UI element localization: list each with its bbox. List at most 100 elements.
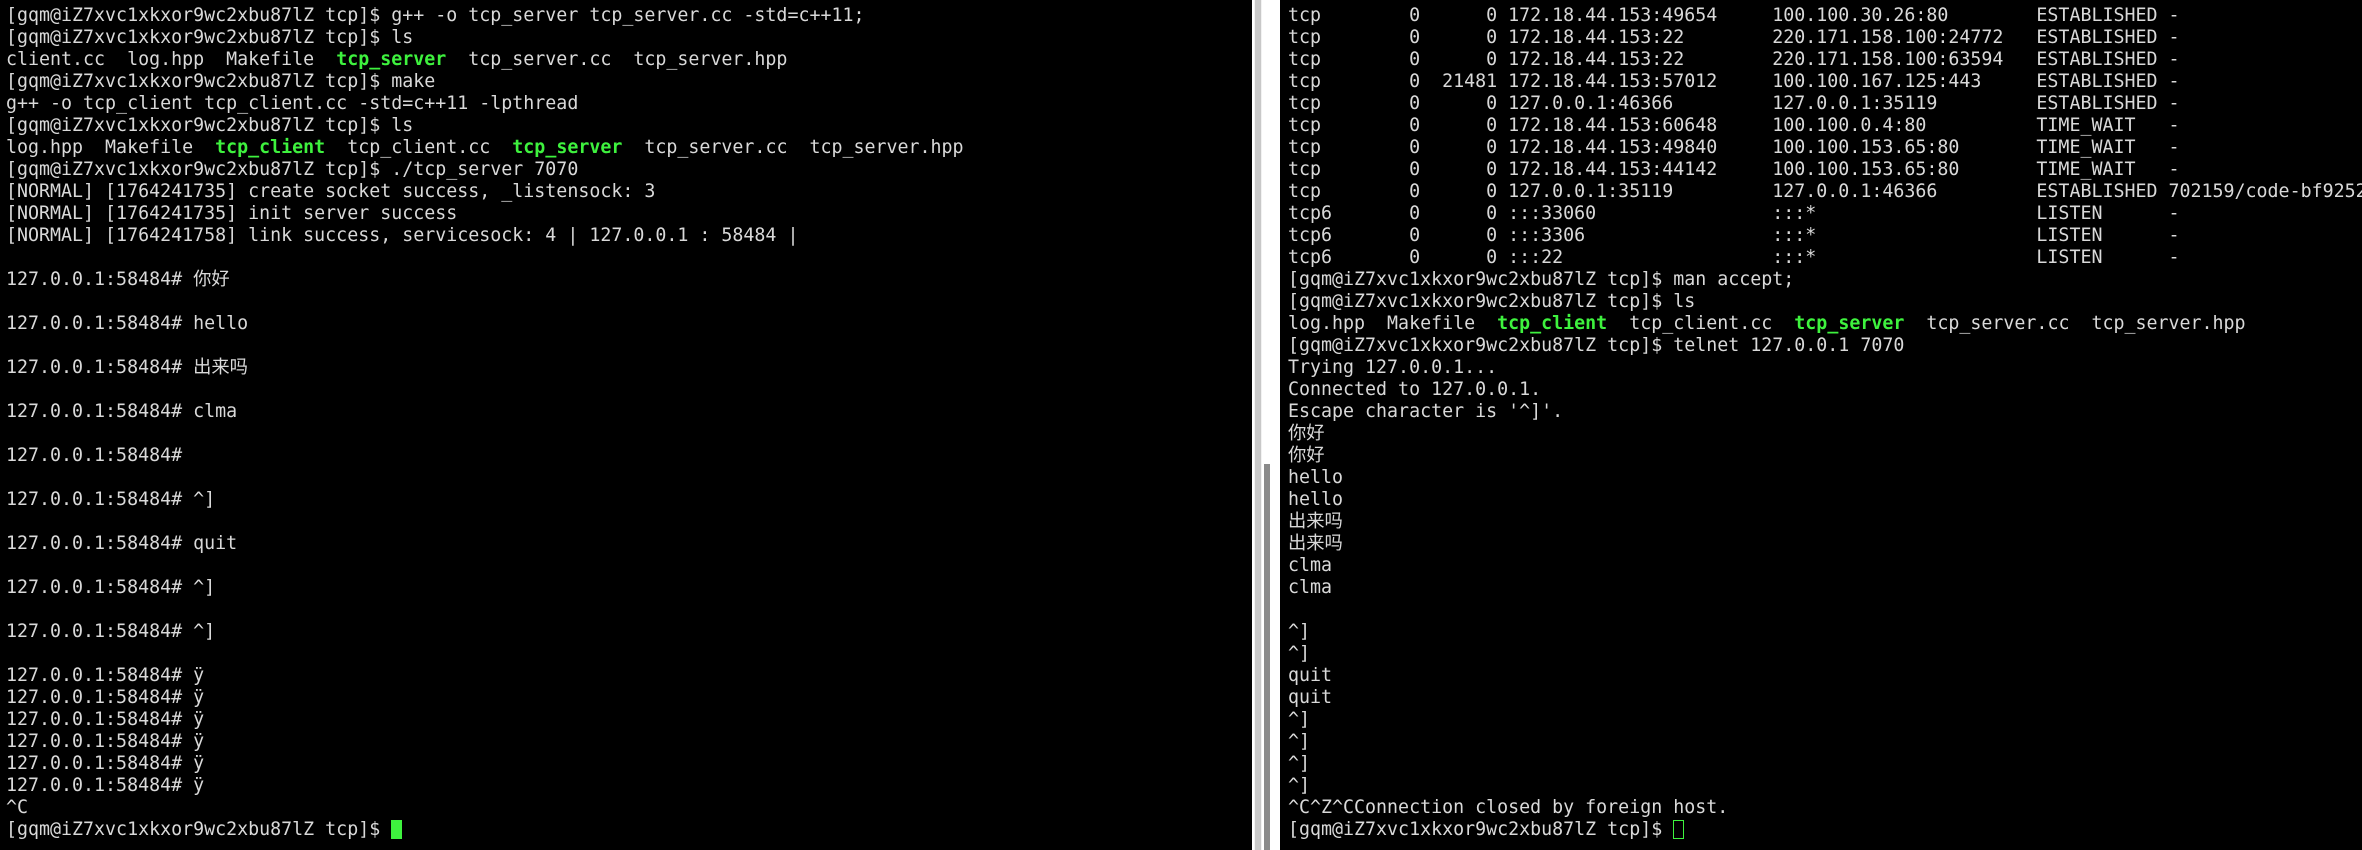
terminal-line: 127.0.0.1:58484# quit: [6, 533, 964, 555]
right-scrollbar-thumb[interactable]: [1264, 464, 1270, 850]
terminal-line: ^]: [1288, 731, 2362, 753]
terminal-line: ^]: [1288, 643, 2362, 665]
terminal-text: 127.0.0.1:58484# ÿ: [6, 731, 205, 752]
terminal-line: tcp 0 0 127.0.0.1:35119 127.0.0.1:46366 …: [1288, 181, 2362, 203]
terminal-line: clma: [1288, 577, 2362, 599]
terminal-text: ^]: [1288, 775, 1311, 796]
terminal-text: [gqm@iZ7xvc1xkxor9wc2xbu87lZ tcp]$ make: [6, 71, 436, 92]
terminal-text: 127.0.0.1:58484# 出来吗: [6, 357, 248, 378]
left-terminal-output: [gqm@iZ7xvc1xkxor9wc2xbu87lZ tcp]$ g++ -…: [6, 5, 964, 841]
terminal-line: 127.0.0.1:58484# clma: [6, 401, 964, 423]
terminal-cursor: [391, 820, 403, 839]
terminal-text: g++ -o tcp_client tcp_client.cc -std=c++…: [6, 93, 579, 114]
terminal-text: tcp 0 0 172.18.44.153:60648 100.100.0.4:…: [1288, 115, 2180, 136]
terminal-line: ^]: [1288, 753, 2362, 775]
terminal-line: hello: [1288, 467, 2362, 489]
terminal-line: tcp 0 21481 172.18.44.153:57012 100.100.…: [1288, 71, 2362, 93]
terminal-line: tcp6 0 0 :::33060 :::* LISTEN -: [1288, 203, 2362, 225]
terminal-text: quit: [1288, 665, 1333, 686]
terminal-text: [NORMAL] [1764241735] create socket succ…: [6, 181, 656, 202]
left-terminal-pane[interactable]: [gqm@iZ7xvc1xkxor9wc2xbu87lZ tcp]$ g++ -…: [0, 0, 1252, 850]
executable-filename: tcp_server: [512, 137, 623, 158]
terminal-text: 127.0.0.1:58484# ^]: [6, 577, 216, 598]
terminal-line: Escape character is '^]'.: [1288, 401, 2362, 423]
terminal-text: clma: [1288, 577, 1333, 598]
terminal-line: g++ -o tcp_client tcp_client.cc -std=c++…: [6, 93, 964, 115]
terminal-text: tcp 0 0 172.18.44.153:22 220.171.158.100…: [1288, 27, 2180, 48]
terminal-text: ^C: [6, 797, 29, 818]
terminal-line: ^]: [1288, 775, 2362, 797]
terminal-line: clma: [1288, 555, 2362, 577]
terminal-text: 出来吗: [1288, 511, 1343, 532]
terminal-line: [gqm@iZ7xvc1xkxor9wc2xbu87lZ tcp]$ ls: [6, 115, 964, 137]
terminal-line: 127.0.0.1:58484# 你好: [6, 269, 964, 291]
terminal-text: tcp 0 0 172.18.44.153:49840 100.100.153.…: [1288, 137, 2180, 158]
terminal-line: log.hpp Makefile tcp_client tcp_client.c…: [6, 137, 964, 159]
terminal-line: [gqm@iZ7xvc1xkxor9wc2xbu87lZ tcp]$ g++ -…: [6, 5, 964, 27]
terminal-line: [gqm@iZ7xvc1xkxor9wc2xbu87lZ tcp]$ ls: [6, 27, 964, 49]
terminal-line: 你好: [1288, 445, 2362, 467]
terminal-line: [gqm@iZ7xvc1xkxor9wc2xbu87lZ tcp]$: [6, 819, 964, 841]
terminal-text: [NORMAL] [1764241735] init server succes…: [6, 203, 458, 224]
terminal-line: Connected to 127.0.0.1.: [1288, 379, 2362, 401]
terminal-line: 127.0.0.1:58484# ÿ: [6, 709, 964, 731]
terminal-text: [gqm@iZ7xvc1xkxor9wc2xbu87lZ tcp]$ telne…: [1288, 335, 1905, 356]
terminal-line: ^C^Z^CConnection closed by foreign host.: [1288, 797, 2362, 819]
terminal-text: [gqm@iZ7xvc1xkxor9wc2xbu87lZ tcp]$ man a…: [1288, 269, 1795, 290]
terminal-text: tcp 0 0 172.18.44.153:49654 100.100.30.2…: [1288, 5, 2180, 26]
terminal-cursor: [1673, 820, 1685, 839]
terminal-text: Escape character is '^]'.: [1288, 401, 1564, 422]
right-terminal-pane[interactable]: tcp 0 0 172.18.44.153:49654 100.100.30.2…: [1280, 0, 2362, 850]
terminal-text: [gqm@iZ7xvc1xkxor9wc2xbu87lZ tcp]$ ls: [6, 27, 414, 48]
terminal-line: tcp6 0 0 :::3306 :::* LISTEN -: [1288, 225, 2362, 247]
terminal-line: 出来吗: [1288, 511, 2362, 533]
terminal-text: 127.0.0.1:58484# ^]: [6, 489, 216, 510]
terminal-line: 127.0.0.1:58484# ^]: [6, 489, 964, 511]
terminal-line: client.cc log.hpp Makefile tcp_server tc…: [6, 49, 964, 71]
terminal-line: ^]: [1288, 709, 2362, 731]
terminal-line: Trying 127.0.0.1...: [1288, 357, 2362, 379]
left-scrollbar-thumb[interactable]: [1255, 0, 1261, 850]
terminal-text: [gqm@iZ7xvc1xkxor9wc2xbu87lZ tcp]$ ./tcp…: [6, 159, 579, 180]
terminal-text: 你好: [1288, 423, 1325, 444]
terminal-line: [gqm@iZ7xvc1xkxor9wc2xbu87lZ tcp]$ telne…: [1288, 335, 2362, 357]
terminal-line: tcp 0 0 172.18.44.153:49654 100.100.30.2…: [1288, 5, 2362, 27]
terminal-line: [gqm@iZ7xvc1xkxor9wc2xbu87lZ tcp]$ ls: [1288, 291, 2362, 313]
terminal-line: 127.0.0.1:58484# ÿ: [6, 665, 964, 687]
terminal-line: 127.0.0.1:58484# ^]: [6, 621, 964, 643]
terminal-line: [NORMAL] [1764241735] init server succes…: [6, 203, 964, 225]
terminal-text: [gqm@iZ7xvc1xkxor9wc2xbu87lZ tcp]$ ls: [6, 115, 414, 136]
terminal-line: 127.0.0.1:58484# ÿ: [6, 687, 964, 709]
terminal-text: [gqm@iZ7xvc1xkxor9wc2xbu87lZ tcp]$: [6, 819, 392, 840]
terminal-line: 127.0.0.1:58484# ÿ: [6, 775, 964, 797]
executable-filename: tcp_server: [336, 49, 447, 70]
terminal-line: [NORMAL] [1764241758] link success, serv…: [6, 225, 964, 247]
terminal-line: 出来吗: [1288, 533, 2362, 555]
terminal-line: 127.0.0.1:58484# ^]: [6, 577, 964, 599]
terminal-line: 127.0.0.1:58484# ÿ: [6, 731, 964, 753]
terminal-line: 127.0.0.1:58484# 出来吗: [6, 357, 964, 379]
terminal-text: 127.0.0.1:58484# hello: [6, 313, 249, 334]
terminal-line: hello: [1288, 489, 2362, 511]
terminal-text: tcp_server.cc tcp_server.hpp: [446, 49, 788, 70]
terminal-line: tcp 0 0 172.18.44.153:22 220.171.158.100…: [1288, 27, 2362, 49]
terminal-line: [gqm@iZ7xvc1xkxor9wc2xbu87lZ tcp]$ ./tcp…: [6, 159, 964, 181]
terminal-line: 127.0.0.1:58484# hello: [6, 313, 964, 335]
terminal-line: [gqm@iZ7xvc1xkxor9wc2xbu87lZ tcp]$ man a…: [1288, 269, 2362, 291]
terminal-line: [NORMAL] [1764241735] create socket succ…: [6, 181, 964, 203]
terminal-line: tcp 0 0 127.0.0.1:46366 127.0.0.1:35119 …: [1288, 93, 2362, 115]
terminal-text: [gqm@iZ7xvc1xkxor9wc2xbu87lZ tcp]$: [1288, 819, 1674, 840]
terminal-text: tcp 0 0 127.0.0.1:35119 127.0.0.1:46366 …: [1288, 181, 2362, 202]
terminal-text: 127.0.0.1:58484# clma: [6, 401, 238, 422]
terminal-text: Trying 127.0.0.1...: [1288, 357, 1498, 378]
terminal-text: Connected to 127.0.0.1.: [1288, 379, 1542, 400]
terminal-line: tcp 0 0 172.18.44.153:49840 100.100.153.…: [1288, 137, 2362, 159]
terminal-text: ^]: [1288, 621, 1311, 642]
terminal-text: hello: [1288, 467, 1344, 488]
